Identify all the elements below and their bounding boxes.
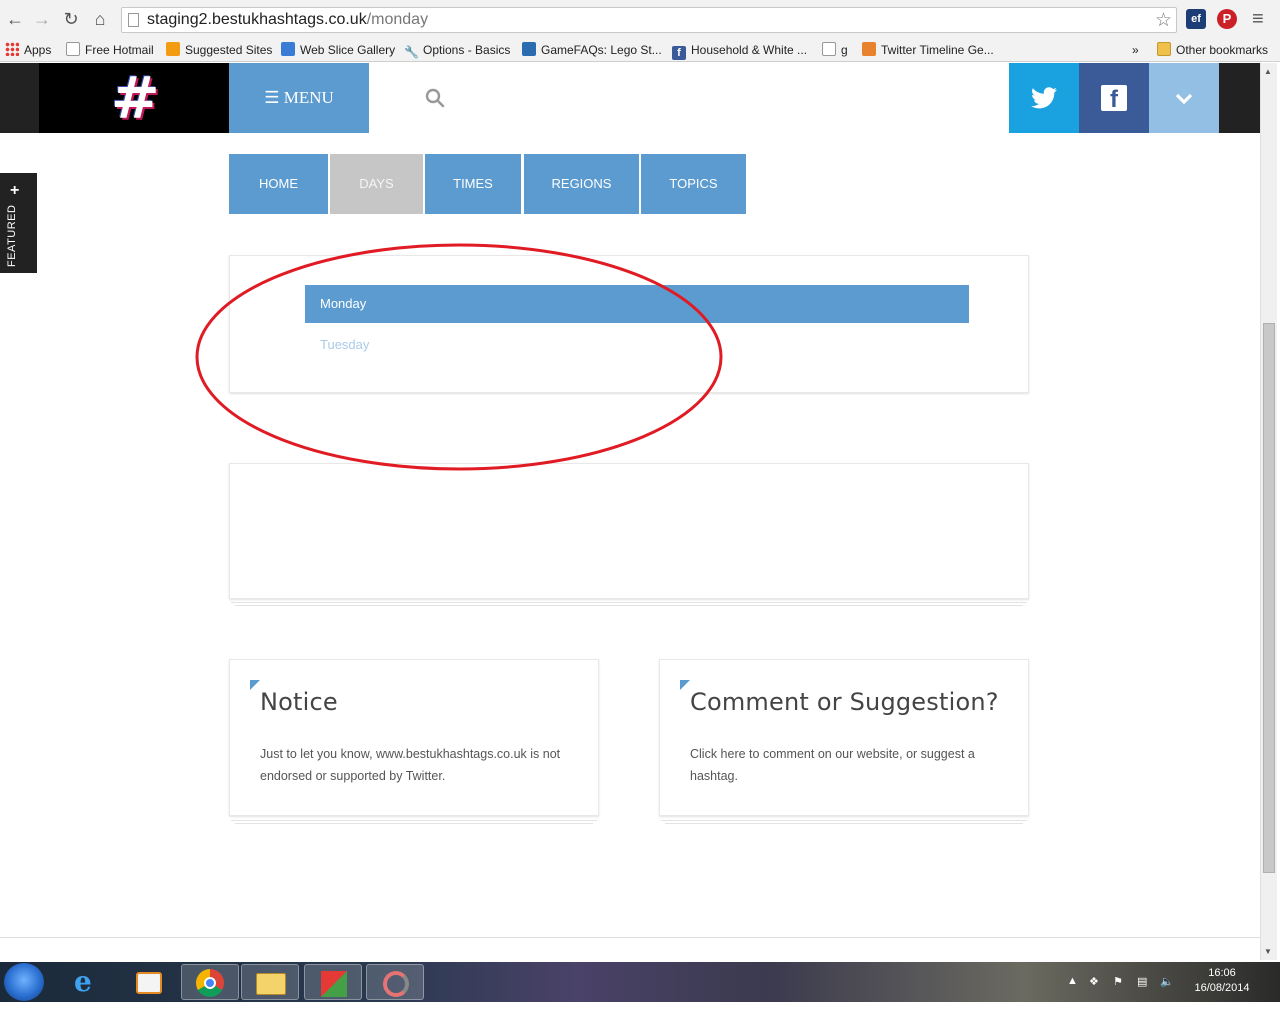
bookmark-free-hotmail[interactable]: Free Hotmail [66, 41, 154, 59]
more-dropdown-button[interactable] [1149, 63, 1219, 133]
days-card [229, 255, 1029, 393]
tab-days[interactable]: DAYS [330, 154, 423, 214]
tab-times[interactable]: TIMES [425, 154, 521, 214]
facebook-icon: f [672, 46, 686, 60]
internet-explorer-icon[interactable]: e [60, 964, 118, 1000]
hamburger-icon: ☰ [264, 88, 280, 107]
bookmark-gamefaqs[interactable]: GameFAQs: Lego St... [522, 41, 662, 59]
card-divider [235, 605, 1023, 606]
page-bottom-divider [0, 937, 1260, 938]
gamefaqs-icon [522, 42, 536, 56]
tab-home[interactable]: HOME [229, 154, 328, 214]
volume-icon[interactable]: 🔈 [1160, 975, 1174, 988]
other-bookmarks[interactable]: Other bookmarks [1157, 41, 1268, 59]
address-bar[interactable]: staging2.bestukhashtags.co.uk/monday ☆ [121, 7, 1177, 33]
card-divider [235, 823, 593, 824]
bookmark-twitter-timeline[interactable]: Twitter Timeline Ge... [862, 41, 994, 59]
media-player-icon[interactable] [120, 964, 178, 1000]
facebook-button[interactable]: f [1079, 63, 1149, 133]
scroll-up-icon[interactable]: ▲ [1264, 67, 1272, 76]
home-icon[interactable]: ⌂ [89, 8, 111, 30]
browser-menu-icon[interactable]: ≡ [1252, 8, 1264, 31]
comment-card[interactable]: Comment or Suggestion? Click here to com… [659, 659, 1029, 816]
page-scrollbar[interactable]: ▲ ▼ [1260, 63, 1277, 960]
chrome-icon[interactable] [181, 964, 239, 1000]
comment-text[interactable]: Click here to comment on our website, or… [690, 743, 1010, 787]
bookmark-options-basics[interactable]: 🔧 Options - Basics [404, 41, 510, 59]
comment-title: Comment or Suggestion? [690, 688, 999, 716]
apps-grid-icon [5, 42, 19, 56]
file-explorer-icon[interactable] [241, 964, 299, 1000]
plus-icon: + [10, 182, 20, 199]
search-area[interactable] [369, 63, 1009, 133]
scroll-thumb[interactable] [1263, 323, 1275, 873]
forward-arrow-icon[interactable]: → [31, 8, 53, 30]
card-divider [661, 820, 1027, 821]
day-item-monday[interactable]: Monday [305, 285, 969, 323]
url-text: staging2.bestukhashtags.co.uk/monday [147, 11, 429, 28]
suggested-sites-icon [166, 42, 180, 56]
joomla-icon [862, 42, 876, 56]
bookmark-star-icon[interactable]: ☆ [1155, 9, 1172, 32]
featured-label: FEATURED [6, 204, 18, 267]
start-button-icon[interactable] [4, 963, 44, 1001]
bookmarks-bar: Apps Free Hotmail Suggested Sites Web Sl… [0, 38, 1280, 62]
site-header: # ☰ MENU f [0, 63, 1260, 133]
app-window-icon[interactable] [304, 964, 362, 1000]
wrench-icon: 🔧 [404, 45, 419, 59]
bookmark-household-white[interactable]: f Household & White ... [672, 41, 807, 60]
system-clock[interactable]: 16:06 16/08/2014 [1185, 966, 1259, 996]
tab-regions[interactable]: REGIONS [524, 154, 639, 214]
card-divider [231, 820, 597, 821]
notice-title: Notice [260, 688, 338, 716]
bookmark-web-slice-gallery[interactable]: Web Slice Gallery [281, 41, 395, 59]
action-center-flag-icon[interactable]: ⚑ [1113, 975, 1123, 988]
network-icon[interactable]: ▤ [1137, 975, 1147, 988]
scroll-down-icon[interactable]: ▼ [1264, 947, 1272, 956]
app-window-2-icon[interactable] [366, 964, 424, 1000]
reload-icon[interactable]: ↻ [60, 8, 82, 30]
clock-time: 16:06 [1208, 967, 1236, 979]
page-icon [66, 42, 80, 56]
content-card [229, 463, 1029, 599]
corner-accent-icon [680, 680, 690, 690]
dropbox-icon[interactable]: ❖ [1089, 975, 1099, 988]
bookmark-apps[interactable]: Apps [5, 41, 51, 59]
clock-date: 16/08/2014 [1194, 982, 1250, 994]
card-divider [665, 823, 1023, 824]
runner-icon [822, 42, 836, 56]
notice-text: Just to let you know, www.bestukhashtags… [260, 747, 561, 783]
windows-taskbar: e ▲ ❖ ⚑ ▤ 🔈 16:06 16/08/2014 [0, 962, 1280, 1002]
browser-toolbar: ← → ↻ ⌂ staging2.bestukhashtags.co.uk/mo… [0, 0, 1280, 38]
site-logo[interactable]: # [39, 63, 229, 133]
folder-icon [1157, 42, 1171, 56]
menu-button[interactable]: ☰ MENU [229, 63, 369, 133]
notice-card: Notice Just to let you know, www.bestukh… [229, 659, 599, 816]
day-item-tuesday[interactable]: Tuesday [320, 337, 369, 352]
twitter-bird-icon [1031, 87, 1057, 109]
extension-ef-icon[interactable]: ef [1186, 9, 1206, 29]
tab-topics[interactable]: TOPICS [641, 154, 746, 214]
page-icon [128, 13, 139, 27]
facebook-icon: f [1101, 85, 1127, 113]
bookmark-suggested-sites[interactable]: Suggested Sites [166, 41, 272, 59]
bookmarks-overflow[interactable]: » [1132, 41, 1139, 59]
card-divider [231, 602, 1027, 603]
pinterest-icon[interactable]: P [1217, 9, 1237, 29]
twitter-button[interactable] [1009, 63, 1079, 133]
ie-icon [281, 42, 295, 56]
search-icon[interactable] [425, 88, 445, 108]
tray-expand-icon[interactable]: ▲ [1067, 975, 1078, 987]
featured-tab[interactable]: + FEATURED [0, 173, 37, 273]
hashtag-logo-icon: # [111, 64, 160, 132]
back-arrow-icon[interactable]: ← [4, 8, 26, 30]
chevron-down-icon [1175, 93, 1193, 105]
bookmark-g[interactable]: g [822, 41, 848, 59]
corner-accent-icon [250, 680, 260, 690]
